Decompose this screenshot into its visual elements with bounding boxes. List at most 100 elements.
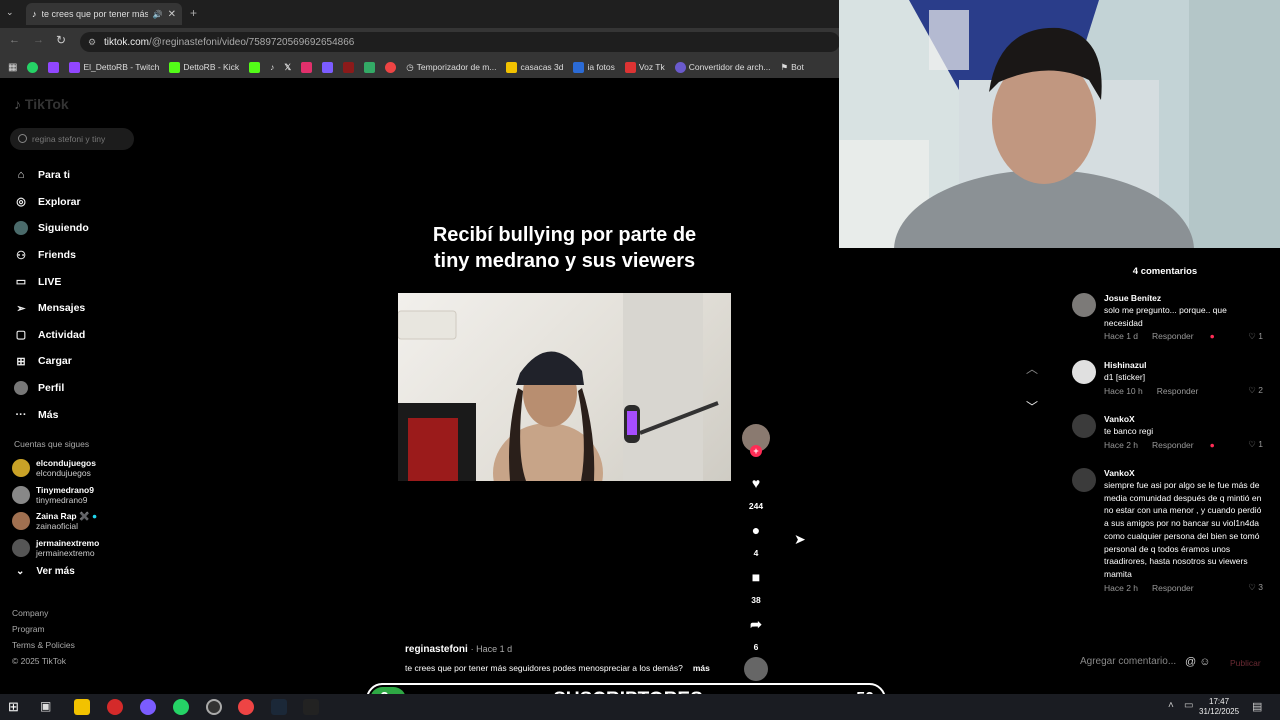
- avatar[interactable]: [1072, 360, 1096, 384]
- nav-cargar[interactable]: ⊞ Cargar: [14, 348, 89, 375]
- previous-video-icon[interactable]: ︿: [1026, 360, 1038, 377]
- comment-button[interactable]: ● 4: [741, 521, 771, 558]
- avatar[interactable]: [1072, 468, 1096, 492]
- file-explorer-icon[interactable]: [74, 699, 90, 715]
- instagram-bookmark-icon[interactable]: [301, 61, 313, 73]
- bookmark-ia-fotos[interactable]: ia fotos: [573, 61, 615, 73]
- twitch-bookmark-icon[interactable]: [48, 61, 60, 73]
- footer-terms-link[interactable]: Terms & Policies: [12, 637, 75, 653]
- canva-bookmark-icon[interactable]: [322, 61, 334, 73]
- tray-chevron-icon[interactable]: ˄: [1168, 700, 1174, 711]
- new-tab-icon[interactable]: +: [190, 6, 197, 20]
- nav-perfil[interactable]: Perfil: [14, 375, 89, 402]
- nav-mas[interactable]: ··· Más: [14, 401, 89, 428]
- comment-like-button[interactable]: ♡ 1: [1248, 331, 1263, 342]
- avatar[interactable]: [1072, 414, 1096, 438]
- comment-author[interactable]: Josue Benítez: [1104, 293, 1267, 303]
- whatsapp-icon[interactable]: [173, 699, 189, 715]
- forward-icon[interactable]: →: [33, 34, 44, 46]
- url-bar[interactable]: ⚙ tiktok.com /@reginastefoni/video/75897…: [80, 32, 840, 52]
- comment-like-button[interactable]: ♡ 1: [1248, 439, 1263, 450]
- search-input[interactable]: regina stefoni y tiny: [10, 128, 134, 150]
- reload-icon[interactable]: ↻: [56, 33, 66, 47]
- network-icon[interactable]: ▭: [1184, 700, 1193, 711]
- bookmark-voz-tk[interactable]: Voz Tk: [624, 61, 665, 73]
- site-info-icon[interactable]: ⚙: [88, 37, 96, 48]
- bookmark-casacas[interactable]: casacas 3d: [506, 61, 563, 73]
- discord-icon[interactable]: [140, 699, 156, 715]
- next-video-icon[interactable]: ﹀: [1026, 398, 1038, 415]
- share-button[interactable]: ➦ 6: [741, 615, 771, 652]
- browser-tab[interactable]: ♪ te crees que por tener más 🔊 ✕: [26, 3, 182, 25]
- nav-mensajes[interactable]: ➢ Mensajes: [14, 295, 89, 322]
- puzzle-bookmark-icon[interactable]: [364, 61, 376, 73]
- following-account[interactable]: Tinymedrano9 tinymedrano9: [12, 482, 99, 509]
- nav-actividad[interactable]: ▢ Actividad: [14, 322, 89, 349]
- see-more-button[interactable]: ⌄ Ver más: [16, 566, 75, 577]
- bookmark-twitch[interactable]: El_DettoRB - Twitch: [69, 61, 159, 73]
- comment-like-button[interactable]: ♡ 2: [1248, 385, 1263, 396]
- publish-button[interactable]: Publicar: [1230, 658, 1261, 668]
- save-button[interactable]: ■ 38: [741, 568, 771, 605]
- app-red-icon[interactable]: [107, 699, 123, 715]
- reply-button[interactable]: Responder: [1152, 583, 1194, 593]
- like-button[interactable]: ♥ 244: [741, 474, 771, 511]
- clock[interactable]: 17:47 31/12/2025: [1199, 697, 1239, 717]
- capcut-icon[interactable]: [303, 699, 319, 715]
- comment-like-button[interactable]: ♡ 3: [1248, 582, 1263, 593]
- bookmark-convertidor[interactable]: Convertidor de arch...: [674, 61, 770, 73]
- emoji-icon[interactable]: ☺: [1199, 656, 1210, 668]
- google-bookmark-icon[interactable]: [385, 61, 397, 73]
- nav-explorar[interactable]: ◎ Explorar: [14, 189, 89, 216]
- apps-icon[interactable]: ▦: [8, 62, 17, 73]
- music-disc-button[interactable]: [741, 657, 771, 681]
- steam-icon[interactable]: [271, 699, 287, 715]
- app-bookmark-icon[interactable]: [343, 61, 355, 73]
- nav-friends[interactable]: ⚇ Friends: [14, 242, 89, 269]
- nav-live[interactable]: ▭ LIVE: [14, 268, 89, 295]
- back-icon[interactable]: ←: [9, 34, 20, 46]
- reply-button[interactable]: Responder: [1152, 440, 1194, 450]
- follow-plus-icon[interactable]: +: [750, 445, 762, 457]
- x-bookmark-icon[interactable]: 𝕏: [284, 62, 291, 73]
- speaker-icon[interactable]: 🔊: [153, 10, 163, 19]
- mention-icon[interactable]: @: [1185, 656, 1196, 668]
- bot-icon: ⚑: [780, 61, 789, 72]
- tab-list-icon[interactable]: ⌄: [6, 7, 14, 18]
- comment-author[interactable]: Hishinazul: [1104, 360, 1267, 370]
- video-title-overlay: Recibí bullying por parte de tiny medran…: [432, 224, 697, 272]
- whatsapp-bookmark-icon[interactable]: [27, 61, 39, 73]
- tiktok-logo[interactable]: ♪ TikTok: [14, 96, 69, 112]
- following-account[interactable]: Zaina Rap ✖️ ● zainaoficial: [12, 508, 99, 535]
- reply-button[interactable]: Responder: [1157, 386, 1199, 396]
- avatar[interactable]: [1072, 293, 1096, 317]
- windows-start-icon[interactable]: ⊞: [8, 699, 24, 715]
- bookmark-timer[interactable]: ◷ Temporizador de m...: [406, 62, 496, 73]
- tiktok-bookmark-icon[interactable]: ♪: [270, 62, 274, 72]
- footer-program-link[interactable]: Program: [12, 621, 75, 637]
- nav-siguiendo[interactable]: Siguiendo: [14, 215, 89, 242]
- more-link[interactable]: más: [693, 663, 710, 673]
- bookmark-bot[interactable]: ⚑ Bot: [780, 62, 803, 73]
- video-player[interactable]: [398, 293, 731, 481]
- close-tab-icon[interactable]: ✕: [168, 9, 176, 20]
- chrome-icon[interactable]: [238, 699, 254, 715]
- nav-para-ti[interactable]: ⌂ Para ti: [14, 162, 89, 189]
- obs-icon[interactable]: [206, 699, 222, 715]
- comment-author[interactable]: VankoX: [1104, 468, 1267, 478]
- activity-icon: ▢: [15, 329, 27, 342]
- add-comment-input[interactable]: Agregar comentario...: [1080, 656, 1176, 667]
- comment-author[interactable]: VankoX: [1104, 414, 1267, 424]
- footer-company-link[interactable]: Company: [12, 605, 75, 621]
- author-name[interactable]: reginastefoni: [405, 644, 468, 655]
- author-avatar-button[interactable]: +: [741, 424, 771, 457]
- bookmarks-bar: ▦ El_DettoRB - Twitch DettoRB - Kick ♪ 𝕏…: [0, 56, 840, 78]
- reply-button[interactable]: Responder: [1152, 331, 1194, 341]
- notifications-icon[interactable]: ▤: [1252, 700, 1262, 713]
- bookmark-kick[interactable]: DettoRB - Kick: [169, 61, 239, 73]
- kick-bookmark-icon[interactable]: [249, 61, 261, 73]
- task-view-icon[interactable]: ▣: [40, 699, 56, 715]
- comment-item: VankoX te banco regi Hace 2 h Responder ● ♡…: [1072, 414, 1267, 450]
- following-account[interactable]: elcondujuegos elcondujuegos: [12, 455, 99, 482]
- following-account[interactable]: jermainextremo jermainextremo: [12, 535, 99, 562]
